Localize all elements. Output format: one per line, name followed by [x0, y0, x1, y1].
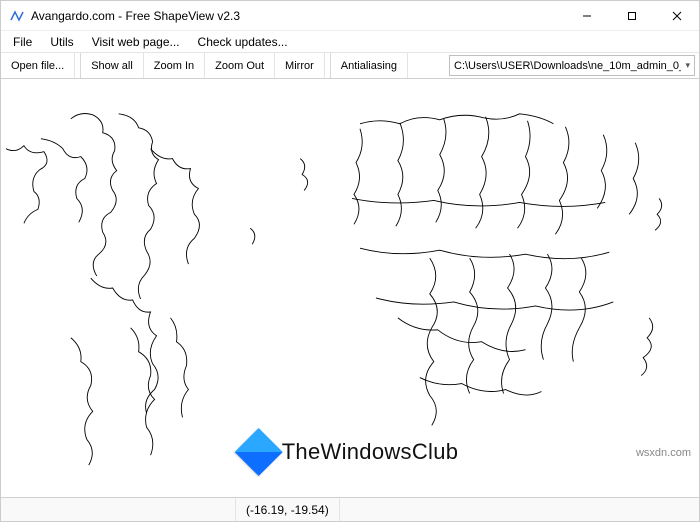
- antialiasing-button[interactable]: Antialiasing: [331, 53, 408, 78]
- shapefile-map: [1, 79, 699, 497]
- maximize-button[interactable]: [609, 1, 654, 31]
- show-all-button[interactable]: Show all: [81, 53, 144, 78]
- chevron-down-icon: ▾: [681, 60, 690, 71]
- toolbar: Open file... Show all Zoom In Zoom Out M…: [1, 53, 699, 79]
- map-canvas[interactable]: TheWindowsClub wsxdn.com: [1, 79, 699, 497]
- menu-utils[interactable]: Utils: [42, 33, 81, 51]
- file-path-text: C:\Users\USER\Downloads\ne_10m_admin_0_b…: [454, 60, 681, 72]
- statusbar: (-16.19, -19.54): [1, 497, 699, 521]
- mirror-button[interactable]: Mirror: [275, 53, 325, 78]
- open-file-button[interactable]: Open file...: [1, 53, 75, 78]
- window-title: Avangardo.com - Free ShapeView v2.3: [31, 9, 564, 23]
- statusbar-coords: (-16.19, -19.54): [236, 498, 340, 521]
- titlebar: Avangardo.com - Free ShapeView v2.3: [1, 1, 699, 31]
- statusbar-cell-empty: [1, 498, 236, 521]
- zoom-in-button[interactable]: Zoom In: [144, 53, 205, 78]
- app-icon: [9, 8, 25, 24]
- menu-visit-web-page[interactable]: Visit web page...: [84, 33, 188, 51]
- window-controls: [564, 1, 699, 31]
- app-window: Avangardo.com - Free ShapeView v2.3 File…: [0, 0, 700, 522]
- file-path-dropdown[interactable]: C:\Users\USER\Downloads\ne_10m_admin_0_b…: [449, 55, 695, 76]
- minimize-button[interactable]: [564, 1, 609, 31]
- menu-check-updates[interactable]: Check updates...: [190, 33, 296, 51]
- zoom-out-button[interactable]: Zoom Out: [205, 53, 275, 78]
- close-button[interactable]: [654, 1, 699, 31]
- menu-file[interactable]: File: [5, 33, 40, 51]
- menubar: File Utils Visit web page... Check updat…: [1, 31, 699, 53]
